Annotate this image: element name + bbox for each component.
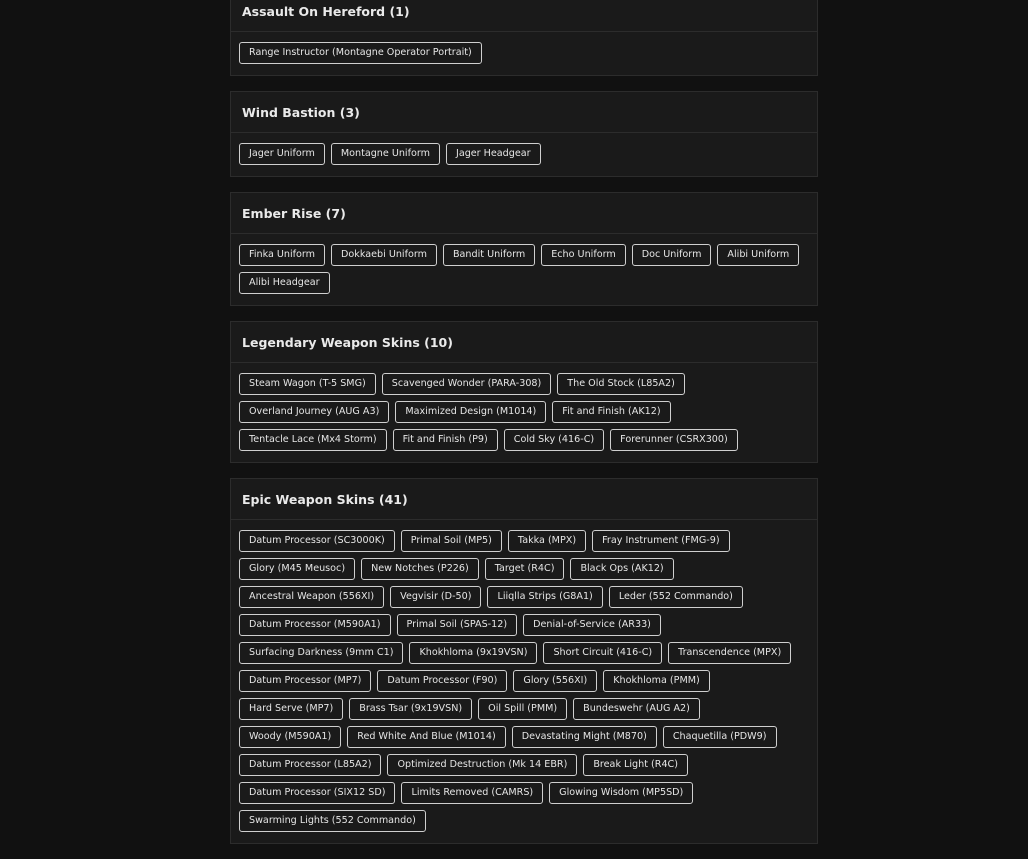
section-items: Range Instructor (Montagne Operator Port… [231,32,817,75]
section-card: Legendary Weapon Skins (10) Steam Wagon (… [230,321,818,463]
item-tag[interactable]: Primal Soil (MP5) [400,530,502,552]
item-tag[interactable]: The Old Stock (L85A2) [557,373,685,395]
item-tag[interactable]: Oil Spill (PMM) [478,698,568,720]
item-tag[interactable]: Short Circuit (416-C) [543,642,663,664]
item-tag[interactable]: Woody (M590A1) [239,726,342,748]
item-tag[interactable]: Ancestral Weapon (556XI) [239,586,385,608]
item-tag[interactable]: Devastating Might (M870) [511,726,657,748]
section-card: Epic Weapon Skins (41) Datum Processor (S… [230,478,818,844]
item-tag[interactable]: Jager Headgear [445,143,541,165]
item-tag[interactable]: Target (R4C) [484,558,565,580]
section-items: Datum Processor (SC3000K) Primal Soil (MP… [231,520,817,843]
item-tag[interactable]: Chaquetilla (PDW9) [662,726,777,748]
collection-list: Assault On Hereford (1) Range Instructor … [230,0,818,859]
item-tag[interactable]: Red White And Blue (M1014) [347,726,506,748]
item-tag[interactable]: Fit and Finish (AK12) [552,401,671,423]
item-tag[interactable]: Bundeswehr (AUG A2) [573,698,700,720]
item-tag[interactable]: Bandit Uniform [442,244,536,266]
item-tag[interactable]: Fit and Finish (P9) [392,429,498,451]
item-tag[interactable]: Glowing Wisdom (MP5SD) [549,782,694,804]
item-tag[interactable]: Dokkaebi Uniform [331,244,437,266]
item-tag[interactable]: Takka (MPX) [507,530,587,552]
item-tag[interactable]: Jager Uniform [239,143,325,165]
item-tag[interactable]: Limits Removed (CAMRS) [401,782,544,804]
item-tag[interactable]: Liiqlla Strips (G8A1) [487,586,603,608]
item-tag[interactable]: Glory (556XI) [513,670,598,692]
item-tag[interactable]: Datum Processor (MP7) [239,670,372,692]
item-tag[interactable]: Datum Processor (SC3000K) [239,530,395,552]
item-tag[interactable]: Echo Uniform [541,244,626,266]
item-tag[interactable]: Alibi Uniform [717,244,800,266]
item-tag[interactable]: Khokhloma (PMM) [603,670,710,692]
item-tag[interactable]: Vegvisir (D-50) [390,586,482,608]
section-title: Assault On Hereford (1) [231,0,817,32]
item-tag[interactable]: Datum Processor (F90) [377,670,508,692]
item-tag[interactable]: Forerunner (CSRX300) [610,429,738,451]
section-card: Ember Rise (7) Finka Uniform Dokkaebi Unif… [230,192,818,306]
item-tag[interactable]: Brass Tsar (9x19VSN) [349,698,473,720]
item-tag[interactable]: Optimized Destruction (Mk 14 EBR) [387,754,578,776]
item-tag[interactable]: Finka Uniform [239,244,326,266]
section-title: Ember Rise (7) [231,193,817,234]
item-tag[interactable]: Steam Wagon (T-5 SMG) [239,373,376,395]
section-items: Jager Uniform Montagne Uniform Jager Headg… [231,133,817,176]
item-tag[interactable]: Alibi Headgear [239,272,330,294]
item-tag[interactable]: Glory (M45 Meusoc) [239,558,356,580]
item-tag[interactable]: Range Instructor (Montagne Operator Port… [239,42,482,64]
item-tag[interactable]: Montagne Uniform [330,143,440,165]
item-tag[interactable]: Tentacle Lace (Mx4 Storm) [239,429,387,451]
item-tag[interactable]: Maximized Design (M1014) [395,401,547,423]
section-card: Assault On Hereford (1) Range Instructor … [230,0,818,76]
section-title: Wind Bastion (3) [231,92,817,133]
item-tag[interactable]: Transcendence (MPX) [668,642,792,664]
section-title: Legendary Weapon Skins (10) [231,322,817,363]
item-tag[interactable]: New Notches (P226) [361,558,479,580]
item-tag[interactable]: Scavenged Wonder (PARA-308) [381,373,552,395]
item-tag[interactable]: Hard Serve (MP7) [239,698,344,720]
item-tag[interactable]: Datum Processor (M590A1) [239,614,391,636]
item-tag[interactable]: Datum Processor (L85A2) [239,754,382,776]
section-items: Steam Wagon (T-5 SMG) Scavenged Wonder (P… [231,363,817,462]
item-tag[interactable]: Doc Uniform [631,244,712,266]
item-tag[interactable]: Overland Journey (AUG A3) [239,401,390,423]
item-tag[interactable]: Leder (552 Commando) [608,586,743,608]
item-tag[interactable]: Datum Processor (SIX12 SD) [239,782,396,804]
section-title: Epic Weapon Skins (41) [231,479,817,520]
item-tag[interactable]: Black Ops (AK12) [570,558,674,580]
item-tag[interactable]: Primal Soil (SPAS-12) [396,614,518,636]
item-tag[interactable]: Surfacing Darkness (9mm C1) [239,642,404,664]
item-tag[interactable]: Break Light (R4C) [583,754,688,776]
item-tag[interactable]: Khokhloma (9x19VSN) [409,642,538,664]
item-tag[interactable]: Fray Instrument (FMG-9) [592,530,730,552]
item-tag[interactable]: Denial-of-Service (AR33) [523,614,661,636]
item-tag[interactable]: Swarming Lights (552 Commando) [239,810,426,832]
section-card: Wind Bastion (3) Jager Uniform Montagne Un… [230,91,818,177]
section-items: Finka Uniform Dokkaebi Uniform Bandit Unif… [231,234,817,305]
item-tag[interactable]: Cold Sky (416-C) [503,429,605,451]
